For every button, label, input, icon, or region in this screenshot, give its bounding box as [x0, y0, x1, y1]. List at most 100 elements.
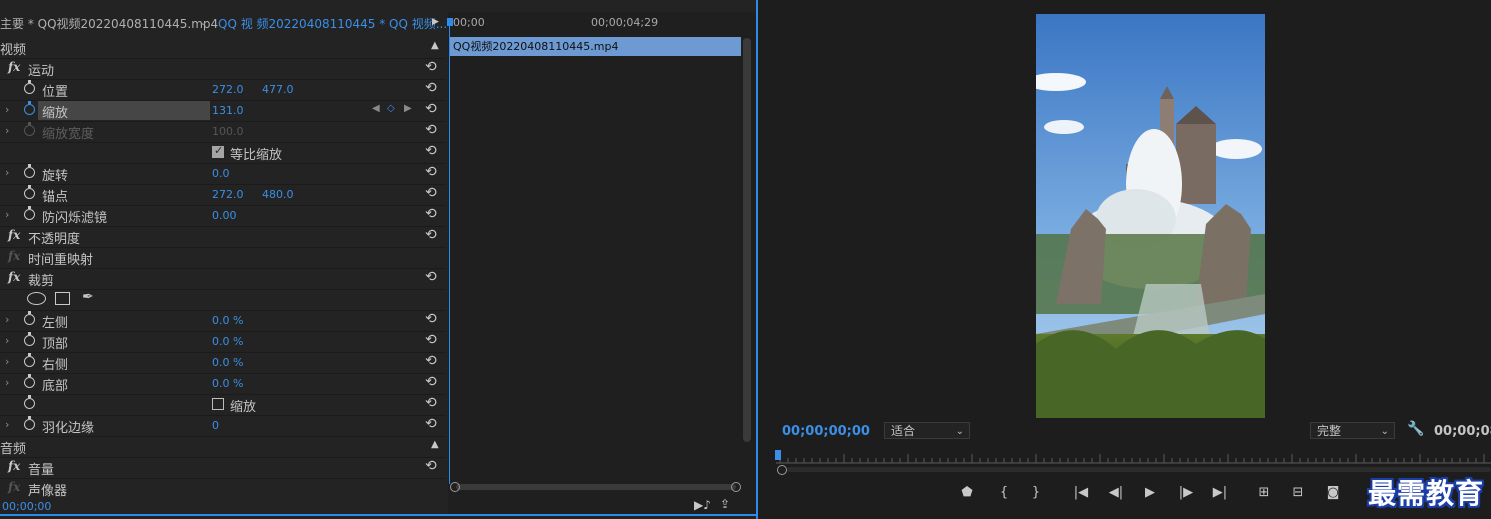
reset-icon[interactable]: ⟲	[425, 122, 437, 138]
property-feather[interactable]: › 羽化边缘 0 ⟲	[0, 415, 446, 437]
mark-out-icon[interactable]: }	[1026, 485, 1046, 500]
crop-right-value[interactable]: 0.0 %	[212, 356, 243, 369]
reset-icon[interactable]: ⟲	[425, 353, 437, 369]
collapse-up-icon[interactable]: ▲	[431, 439, 439, 450]
scroll-handle-right[interactable]	[731, 482, 741, 492]
stopwatch-icon[interactable]	[24, 104, 35, 115]
effect-opacity[interactable]: fx 不透明度 ⟲	[0, 226, 446, 248]
property-position[interactable]: 位置 272.0 477.0 ⟲	[0, 79, 446, 101]
reset-icon[interactable]: ⟲	[425, 227, 437, 243]
crop-left-value[interactable]: 0.0 %	[212, 314, 243, 327]
chevron-right-icon[interactable]: ›	[5, 103, 9, 116]
chevron-right-icon[interactable]: ›	[5, 355, 9, 368]
go-to-out-icon[interactable]: ▶|	[1210, 485, 1230, 500]
vertical-scrollbar[interactable]	[743, 38, 751, 442]
reset-icon[interactable]: ⟲	[425, 269, 437, 285]
wrench-icon[interactable]: 🔧	[1407, 421, 1424, 437]
step-back-icon[interactable]: ◀|	[1106, 485, 1126, 500]
playhead[interactable]	[449, 20, 450, 484]
chevron-right-icon[interactable]: ›	[5, 313, 9, 326]
position-x-value[interactable]: 272.0	[212, 83, 244, 96]
property-crop-right[interactable]: › 右侧 0.0 % ⟲	[0, 352, 446, 374]
crop-bottom-value[interactable]: 0.0 %	[212, 377, 243, 390]
zoom-checkbox[interactable]	[212, 398, 224, 410]
collapse-up-icon[interactable]: ▲	[431, 40, 439, 51]
property-rotation[interactable]: › 旋转 0.0 ⟲	[0, 163, 446, 185]
monitor-time-ruler[interactable]	[776, 452, 1491, 464]
lift-icon[interactable]: ⊞	[1254, 485, 1274, 500]
property-uniform-scale[interactable]: 等比缩放 ⟲	[0, 142, 446, 164]
uniform-scale-checkbox[interactable]	[212, 146, 224, 158]
add-keyframe-icon[interactable]: ◇	[387, 103, 395, 114]
playhead-handle[interactable]	[447, 18, 453, 26]
property-anchor[interactable]: 锚点 272.0 480.0 ⟲	[0, 184, 446, 206]
play-icon[interactable]: ▶	[1140, 485, 1160, 500]
playhead-timecode[interactable]: 00;00;00;00	[782, 424, 870, 439]
reset-icon[interactable]: ⟲	[425, 416, 437, 432]
effect-crop[interactable]: fx 裁剪 ⟲	[0, 268, 446, 290]
stopwatch-icon[interactable]	[24, 335, 35, 346]
property-anti-flicker[interactable]: › 防闪烁滤镜 0.00 ⟲	[0, 205, 446, 227]
scroll-handle-left[interactable]	[450, 482, 460, 492]
section-audio[interactable]: 音频 ▲	[0, 436, 446, 458]
next-keyframe-icon[interactable]: ▶	[404, 103, 412, 114]
add-marker-icon[interactable]: ⬟	[957, 485, 977, 500]
effect-panner[interactable]: fx 声像器	[0, 478, 446, 499]
footer-timecode[interactable]: 00;00;00	[2, 500, 51, 513]
property-crop-left[interactable]: › 左侧 0.0 % ⟲	[0, 310, 446, 332]
reset-icon[interactable]: ⟲	[425, 101, 437, 117]
fx-icon[interactable]: fx	[8, 228, 20, 242]
prev-keyframe-icon[interactable]: ◀	[372, 103, 380, 114]
scroll-handle-left[interactable]	[777, 465, 787, 475]
chevron-right-icon[interactable]: ›	[5, 418, 9, 431]
play-only-icon[interactable]: ▶	[432, 17, 439, 27]
go-to-in-icon[interactable]: |◀	[1071, 485, 1091, 500]
reset-icon[interactable]: ⟲	[425, 80, 437, 96]
effect-motion[interactable]: fx 运动 ⟲	[0, 58, 446, 80]
reset-icon[interactable]: ⟲	[425, 59, 437, 75]
audio-scrub-icon[interactable]: ▶♪	[694, 498, 711, 512]
reset-icon[interactable]: ⟲	[425, 458, 437, 474]
chevron-right-icon[interactable]: ›	[5, 376, 9, 389]
fx-icon[interactable]: fx	[8, 270, 20, 284]
position-y-value[interactable]: 477.0	[262, 83, 294, 96]
chevron-right-icon[interactable]: ›	[5, 208, 9, 221]
reset-icon[interactable]: ⟲	[425, 164, 437, 180]
reset-icon[interactable]: ⟲	[425, 311, 437, 327]
stopwatch-icon[interactable]	[24, 356, 35, 367]
effect-volume[interactable]: fx 音量 ⟲	[0, 457, 446, 479]
fx-icon[interactable]: fx	[8, 249, 20, 263]
anchor-x-value[interactable]: 272.0	[212, 188, 244, 201]
stopwatch-icon[interactable]	[24, 377, 35, 388]
chevron-right-icon[interactable]: ›	[5, 166, 9, 179]
monitor-playhead[interactable]	[775, 450, 781, 460]
property-scale[interactable]: › 缩放 131.0 ◀ ◇ ▶ ⟲	[0, 100, 446, 122]
reset-icon[interactable]: ⟲	[425, 143, 437, 159]
rectangle-mask-icon[interactable]	[55, 292, 70, 305]
stopwatch-icon[interactable]	[24, 167, 35, 178]
anchor-y-value[interactable]: 480.0	[262, 188, 294, 201]
reset-icon[interactable]: ⟲	[425, 395, 437, 411]
stopwatch-icon[interactable]	[24, 314, 35, 325]
effect-timeline-area[interactable]	[448, 12, 756, 514]
property-crop-bottom[interactable]: › 底部 0.0 % ⟲	[0, 373, 446, 395]
fx-icon[interactable]: fx	[8, 480, 20, 494]
stopwatch-icon[interactable]	[24, 419, 35, 430]
anti-flicker-value[interactable]: 0.00	[212, 209, 237, 222]
playback-quality-select[interactable]: 完整 ⌄	[1310, 422, 1395, 439]
export-icon[interactable]: ⇪	[720, 497, 730, 511]
chevron-down-icon[interactable]: ⌄	[199, 17, 207, 28]
effect-time-remap[interactable]: fx 时间重映射	[0, 247, 446, 269]
step-forward-icon[interactable]: |▶	[1176, 485, 1196, 500]
chevron-right-icon[interactable]: ›	[5, 334, 9, 347]
ellipse-mask-icon[interactable]	[27, 292, 46, 305]
reset-icon[interactable]: ⟲	[425, 374, 437, 390]
tab-master-clip[interactable]: 主要 * QQ视频20220408110445.mp4	[0, 12, 218, 36]
fx-icon[interactable]: fx	[8, 459, 20, 473]
mark-in-icon[interactable]: {	[994, 485, 1014, 500]
camera-icon[interactable]: ◙	[1323, 485, 1343, 500]
extract-icon[interactable]: ⊟	[1288, 485, 1308, 500]
feather-value[interactable]: 0	[212, 419, 219, 432]
reset-icon[interactable]: ⟲	[425, 332, 437, 348]
reset-icon[interactable]: ⟲	[425, 185, 437, 201]
